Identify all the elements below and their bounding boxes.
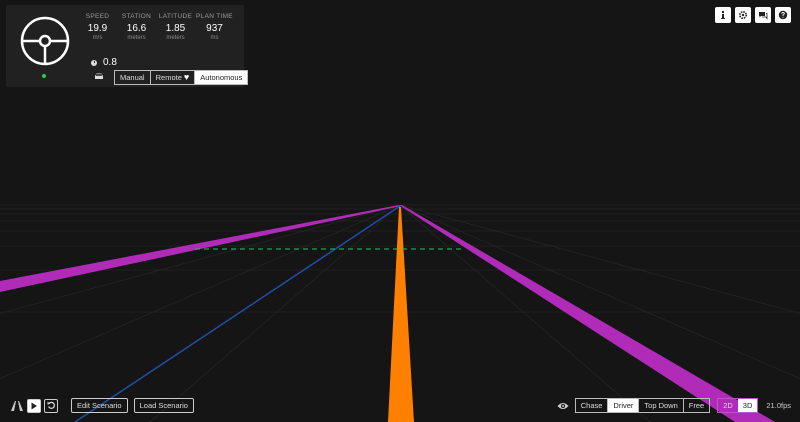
metric-unit: ms	[210, 35, 219, 41]
metric-plan-time: PLAN TIME 937 ms	[195, 13, 234, 41]
metric-value: 16.6	[126, 23, 147, 34]
chat-icon	[759, 12, 768, 20]
driving-mode-selector: Manual Remote ♥ Autonomous	[114, 70, 249, 85]
chat-button[interactable]	[755, 7, 771, 23]
scenario-toolbar: Edit Scenario Load Scenario	[10, 398, 194, 413]
metric-label: PLAN TIME	[196, 13, 233, 20]
metric-station: STATION 16.6 meters	[117, 13, 156, 41]
camera-toolbar: Chase Driver Top Down Free 2D 3D 21.0fps	[557, 398, 791, 413]
restart-icon	[47, 401, 55, 409]
settings-button[interactable]	[735, 7, 751, 23]
mode-autonomous-button[interactable]: Autonomous	[195, 71, 248, 84]
fps-readout: 21.0fps	[766, 401, 791, 410]
top-toolbar	[715, 7, 791, 23]
camera-free-button[interactable]: Free	[684, 399, 709, 412]
metric-label: STATION	[121, 13, 152, 20]
load-scenario-button[interactable]: Load Scenario	[133, 398, 194, 413]
play-icon	[31, 402, 37, 409]
info-button[interactable]	[715, 7, 731, 23]
metric-label: LATITUDE	[158, 13, 193, 20]
help-button[interactable]	[775, 7, 791, 23]
steering-wheel-icon	[20, 16, 70, 66]
metric-unit: meters	[127, 35, 146, 41]
metric-unit: meters	[166, 35, 185, 41]
camera-chase-button[interactable]: Chase	[576, 399, 609, 412]
restart-button[interactable]	[44, 398, 58, 413]
metric-value: 19.9	[87, 23, 108, 34]
mode-remote-label: Remote	[155, 73, 182, 82]
edit-scenario-button[interactable]: Edit Scenario	[71, 398, 128, 413]
steering-readout: 0.8	[91, 57, 117, 68]
metric-value: 937	[206, 23, 223, 34]
metric-unit: m/s	[92, 35, 103, 41]
camera-mode-selector: Chase Driver Top Down Free	[574, 398, 711, 413]
help-icon	[778, 10, 788, 20]
metric-value: 1.85	[165, 23, 186, 34]
metric-latitude: LATITUDE 1.85 meters	[156, 13, 195, 41]
mode-manual-button[interactable]: Manual	[115, 71, 151, 84]
heart-icon: ♥	[183, 72, 190, 82]
dimension-selector: 2D 3D	[717, 398, 759, 413]
info-icon	[721, 11, 725, 19]
gear-icon	[738, 10, 748, 20]
route-icon[interactable]	[10, 400, 24, 412]
status-indicator	[42, 74, 46, 78]
dim-3d-button[interactable]: 3D	[737, 399, 758, 412]
camera-driver-button[interactable]: Driver	[608, 399, 640, 412]
metric-label: SPEED	[85, 13, 110, 20]
mode-remote-button[interactable]: Remote ♥	[151, 71, 196, 84]
dim-2d-button[interactable]: 2D	[718, 399, 738, 412]
status-panel: SPEED 19.9 m/s STATION 16.6 meters LATIT…	[6, 5, 249, 87]
car-icon	[95, 73, 103, 79]
clock-icon	[91, 59, 97, 66]
metric-speed: SPEED 19.9 m/s	[78, 13, 117, 41]
camera-top-down-button[interactable]: Top Down	[639, 399, 684, 412]
eye-icon	[557, 402, 569, 409]
metrics-row: SPEED 19.9 m/s STATION 16.6 meters LATIT…	[78, 13, 234, 41]
play-button[interactable]	[27, 398, 41, 413]
steering-value: 0.8	[103, 57, 117, 68]
